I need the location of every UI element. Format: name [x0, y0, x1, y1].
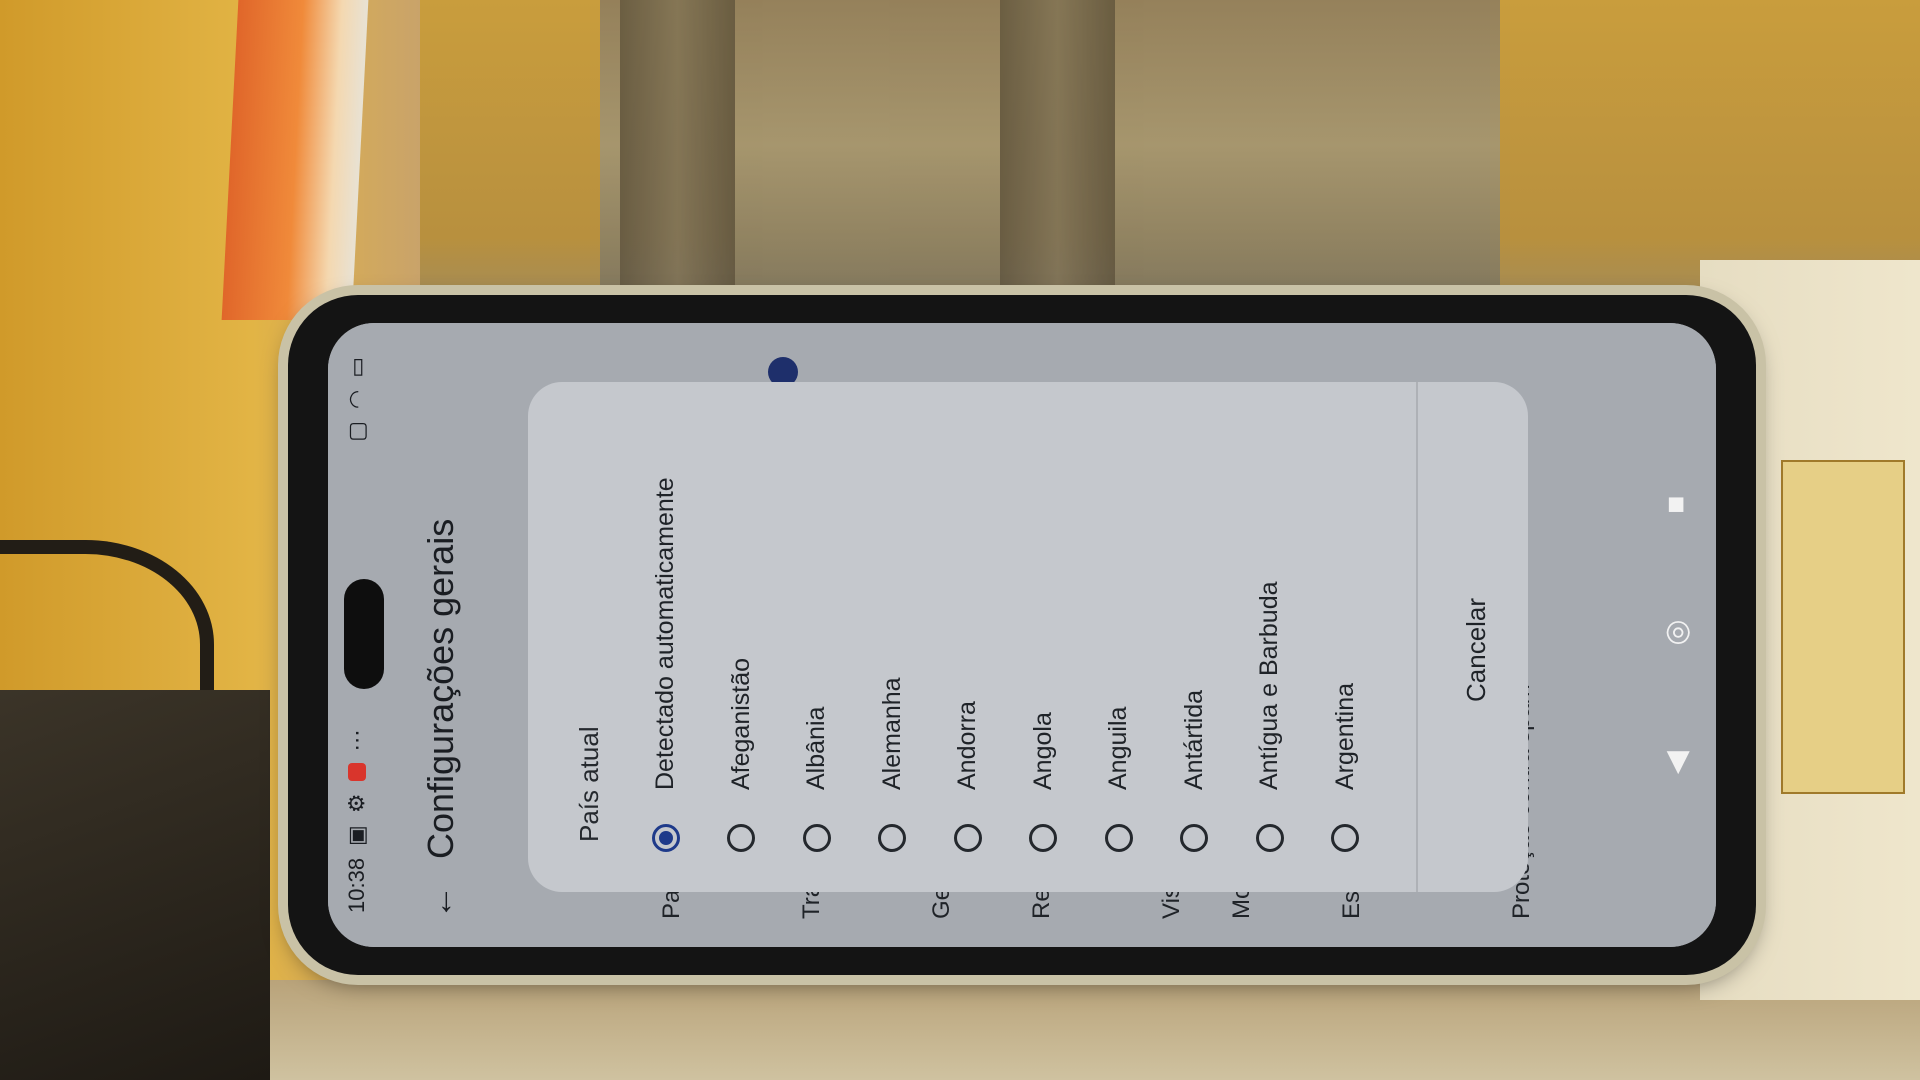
more-icon: ⋯	[344, 729, 369, 752]
dialog-divider	[1416, 382, 1418, 892]
background-pole	[1000, 0, 1115, 290]
country-option[interactable]: Andorra	[930, 477, 1006, 852]
app-bar: ← Configurações gerais	[402, 323, 480, 947]
setting-item[interactable]: Es	[1338, 891, 1366, 919]
phone-device: 10:38 ▣ ⚙ ⋯ ▢ ◠ ▭ ← Configurações gerais…	[288, 295, 1756, 975]
radio-button-icon[interactable]	[1180, 824, 1209, 852]
setting-item[interactable]: Re	[1028, 888, 1056, 919]
radio-button-icon[interactable]	[802, 824, 831, 852]
background-orange-cloth	[221, 0, 369, 320]
cancel-button[interactable]: Cancelar	[1461, 598, 1492, 702]
radio-button-icon[interactable]	[1104, 824, 1133, 852]
country-option[interactable]: Angola	[1006, 477, 1082, 852]
country-option[interactable]: Anguila	[1081, 477, 1157, 852]
option-label: Argentina	[1330, 682, 1359, 790]
country-options: Detectado automaticamente Afeganistão Al…	[628, 477, 1383, 852]
country-option[interactable]: Antártida	[1157, 477, 1233, 852]
sim-icon: ▢	[344, 421, 369, 442]
radio-button-icon[interactable]	[878, 824, 907, 852]
country-option[interactable]: Detectado automaticamente	[628, 477, 704, 852]
wifi-icon: ◠	[344, 389, 369, 409]
phone-screen: 10:38 ▣ ⚙ ⋯ ▢ ◠ ▭ ← Configurações gerais…	[328, 323, 1716, 947]
radio-button-icon[interactable]	[1029, 824, 1058, 852]
status-time: 10:38	[344, 857, 369, 913]
option-label: Alemanha	[877, 677, 906, 790]
option-label: Afeganistão	[726, 657, 755, 790]
triangle-back-icon[interactable]: ◀	[1659, 751, 1694, 774]
back-arrow-icon[interactable]: ←	[422, 885, 461, 919]
country-option[interactable]: Albânia	[779, 477, 855, 852]
notification-icon: ▣	[344, 825, 369, 846]
option-label: Detectado automaticamente	[651, 477, 680, 790]
background-floor	[0, 980, 1920, 1080]
country-option[interactable]: Argentina	[1308, 477, 1384, 852]
page-title: Configurações gerais	[420, 518, 461, 859]
option-label: Andorra	[953, 701, 982, 790]
option-label: Angola	[1028, 712, 1057, 790]
app-notification-icon	[348, 763, 366, 782]
setting-item[interactable]: Pa	[658, 890, 686, 919]
battery-icon: ▭	[344, 357, 369, 378]
square-recents-icon[interactable]: ■	[1659, 496, 1693, 514]
radio-button-icon[interactable]	[953, 824, 982, 852]
circle-home-icon[interactable]: ◎	[1659, 619, 1694, 645]
option-label: Antártida	[1179, 689, 1208, 790]
radio-button-icon[interactable]	[1255, 824, 1284, 852]
radio-button-icon[interactable]	[727, 824, 756, 852]
background-warning-label	[1781, 460, 1905, 794]
screen-content: 10:38 ▣ ⚙ ⋯ ▢ ◠ ▭ ← Configurações gerais…	[328, 323, 1716, 947]
background-pole	[620, 0, 735, 290]
country-option[interactable]: Afeganistão	[704, 477, 780, 852]
option-label: Albânia	[802, 706, 831, 790]
country-option[interactable]: Antígua e Barbuda	[1232, 477, 1308, 852]
option-label: Antígua e Barbuda	[1255, 581, 1284, 791]
radio-button-icon[interactable]	[651, 824, 680, 852]
gear-icon: ⚙	[344, 793, 369, 814]
camera-cutout	[344, 579, 384, 689]
background-shelf	[600, 0, 1500, 290]
navigation-bar: ◀ ◎ ■	[1636, 323, 1716, 947]
option-label: Anguila	[1104, 706, 1133, 790]
dialog-title: País atual	[574, 726, 604, 842]
country-dialog: País atual Detectado automaticamente Afe…	[528, 382, 1528, 892]
background-box	[0, 690, 270, 1080]
country-option[interactable]: Alemanha	[855, 477, 931, 852]
radio-button-icon[interactable]	[1331, 824, 1360, 852]
